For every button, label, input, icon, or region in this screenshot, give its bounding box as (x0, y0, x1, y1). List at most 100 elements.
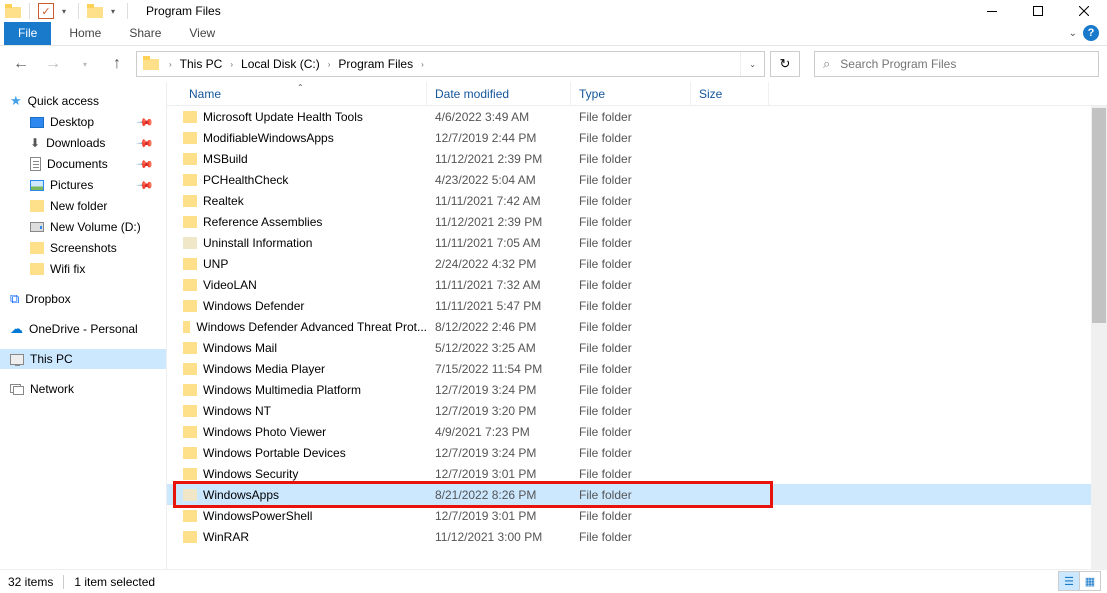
file-row[interactable]: PCHealthCheck4/23/2022 5:04 AMFile folde… (167, 169, 1091, 190)
file-date: 11/11/2021 7:05 AM (427, 236, 571, 250)
file-date: 8/12/2022 2:46 PM (427, 320, 571, 334)
tab-share[interactable]: Share (115, 22, 175, 45)
sidebar-downloads[interactable]: ⬇Downloads📌 (0, 133, 166, 153)
sidebar-desktop[interactable]: Desktop📌 (0, 112, 166, 132)
up-button[interactable]: ↑ (104, 50, 130, 78)
file-row[interactable]: Windows Multimedia Platform12/7/2019 3:2… (167, 379, 1091, 400)
file-row[interactable]: Windows NT12/7/2019 3:20 PMFile folder (167, 400, 1091, 421)
file-date: 4/9/2021 7:23 PM (427, 425, 571, 439)
column-size[interactable]: Size (691, 82, 769, 105)
address-bar[interactable]: › This PC › Local Disk (C:) › Program Fi… (136, 51, 765, 77)
file-row[interactable]: Microsoft Update Health Tools4/6/2022 3:… (167, 106, 1091, 127)
drive-icon (30, 222, 44, 232)
file-row[interactable]: Windows Security12/7/2019 3:01 PMFile fo… (167, 463, 1091, 484)
sidebar-pictures[interactable]: Pictures📌 (0, 175, 166, 195)
file-name: WindowsApps (203, 488, 279, 502)
breadcrumb-root-chevron[interactable]: › (165, 60, 176, 69)
view-details-button[interactable]: ☰ (1058, 571, 1080, 591)
breadcrumb-chevron-3[interactable]: › (417, 60, 428, 69)
file-list: Microsoft Update Health Tools4/6/2022 3:… (167, 106, 1091, 547)
sidebar-quick-access[interactable]: ★Quick access (0, 91, 166, 111)
dropbox-icon: ⧉ (10, 291, 19, 307)
scrollbar-thumb[interactable] (1092, 108, 1106, 323)
ribbon-expand-button[interactable]: ⌄ (1069, 28, 1077, 39)
sidebar-new-folder[interactable]: New folder (0, 196, 166, 216)
refresh-button[interactable]: ↻ (770, 51, 800, 77)
file-type: File folder (571, 215, 691, 229)
file-type: File folder (571, 110, 691, 124)
file-row[interactable]: Windows Defender11/11/2021 5:47 PMFile f… (167, 295, 1091, 316)
breadcrumb-chevron-1[interactable]: › (226, 60, 237, 69)
file-row[interactable]: Windows Media Player7/15/2022 11:54 PMFi… (167, 358, 1091, 379)
pin-icon: 📌 (136, 155, 155, 174)
maximize-button[interactable] (1015, 0, 1061, 22)
file-row[interactable]: WindowsPowerShell12/7/2019 3:01 PMFile f… (167, 505, 1091, 526)
folder-icon (30, 263, 44, 275)
sidebar-this-pc[interactable]: This PC (0, 349, 166, 369)
file-name: Windows Multimedia Platform (203, 383, 361, 397)
file-row[interactable]: UNP2/24/2022 4:32 PMFile folder (167, 253, 1091, 274)
breadcrumb-chevron-2[interactable]: › (324, 60, 335, 69)
title-dropdown[interactable]: ▾ (107, 7, 119, 16)
folder-icon (183, 342, 197, 354)
sidebar-network[interactable]: Network (0, 379, 166, 399)
file-date: 11/11/2021 7:32 AM (427, 278, 571, 292)
vertical-scrollbar[interactable] (1091, 106, 1107, 569)
breadcrumb-this-pc[interactable]: This PC (176, 52, 227, 76)
sidebar-onedrive[interactable]: ☁OneDrive - Personal (0, 319, 166, 339)
view-large-icons-button[interactable]: ▦ (1079, 571, 1101, 591)
forward-button[interactable]: → (40, 50, 66, 78)
folder-icon (30, 200, 44, 212)
search-box[interactable]: ⌕ (814, 51, 1099, 77)
qat-properties-button[interactable]: ✓ (38, 3, 54, 19)
file-type: File folder (571, 404, 691, 418)
file-row[interactable]: VideoLAN11/11/2021 7:32 AMFile folder (167, 274, 1091, 295)
file-row[interactable]: MSBuild11/12/2021 2:39 PMFile folder (167, 148, 1091, 169)
sidebar-new-volume[interactable]: New Volume (D:) (0, 217, 166, 237)
file-type: File folder (571, 341, 691, 355)
file-name: Windows Defender Advanced Threat Prot... (196, 320, 427, 334)
search-input[interactable] (838, 57, 1098, 71)
file-row[interactable]: Reference Assemblies11/12/2021 2:39 PMFi… (167, 211, 1091, 232)
pin-icon: 📌 (136, 176, 155, 195)
file-date: 5/12/2022 3:25 AM (427, 341, 571, 355)
file-row[interactable]: Uninstall Information11/11/2021 7:05 AMF… (167, 232, 1091, 253)
address-folder-icon (143, 56, 159, 70)
column-date-modified[interactable]: Date modified (427, 82, 571, 105)
sidebar-screenshots[interactable]: Screenshots (0, 238, 166, 258)
file-row[interactable]: Windows Portable Devices12/7/2019 3:24 P… (167, 442, 1091, 463)
minimize-button[interactable] (969, 0, 1015, 22)
sidebar-dropbox[interactable]: ⧉Dropbox (0, 289, 166, 309)
back-button[interactable]: ← (8, 50, 34, 78)
help-icon[interactable]: ? (1083, 25, 1099, 41)
address-dropdown[interactable]: ⌄ (740, 52, 764, 76)
tab-file[interactable]: File (4, 22, 51, 45)
ribbon-tabs: File Home Share View ⌄ ? (0, 22, 1107, 46)
file-type: File folder (571, 383, 691, 397)
file-row[interactable]: WindowsApps8/21/2022 8:26 PMFile folder (167, 484, 1091, 505)
sidebar-documents[interactable]: Documents📌 (0, 154, 166, 174)
tab-view[interactable]: View (175, 22, 229, 45)
status-item-count: 32 items (8, 575, 53, 589)
file-row[interactable]: Windows Defender Advanced Threat Prot...… (167, 316, 1091, 337)
sidebar-wifi-fix[interactable]: Wifi fix (0, 259, 166, 279)
file-row[interactable]: ModifiableWindowsApps12/7/2019 2:44 PMFi… (167, 127, 1091, 148)
qat-dropdown[interactable]: ▾ (58, 7, 70, 16)
file-row[interactable]: Windows Mail5/12/2022 3:25 AMFile folder (167, 337, 1091, 358)
file-date: 4/6/2022 3:49 AM (427, 110, 571, 124)
breadcrumb-local-disk[interactable]: Local Disk (C:) (237, 52, 324, 76)
file-row[interactable]: Realtek11/11/2021 7:42 AMFile folder (167, 190, 1091, 211)
main-panel: Name ⌃ Date modified Type Size Microsoft… (167, 82, 1107, 569)
recent-locations-button[interactable]: ▾ (72, 50, 98, 78)
close-button[interactable] (1061, 0, 1107, 22)
file-row[interactable]: Windows Photo Viewer4/9/2021 7:23 PMFile… (167, 421, 1091, 442)
file-name: Uninstall Information (203, 236, 312, 250)
status-bar: 32 items 1 item selected ☰ ▦ (0, 569, 1107, 593)
file-date: 12/7/2019 3:01 PM (427, 467, 571, 481)
column-type[interactable]: Type (571, 82, 691, 105)
breadcrumb-program-files[interactable]: Program Files (334, 52, 417, 76)
folder-icon (183, 447, 197, 459)
tab-home[interactable]: Home (55, 22, 115, 45)
file-date: 4/23/2022 5:04 AM (427, 173, 571, 187)
file-row[interactable]: WinRAR11/12/2021 3:00 PMFile folder (167, 526, 1091, 547)
